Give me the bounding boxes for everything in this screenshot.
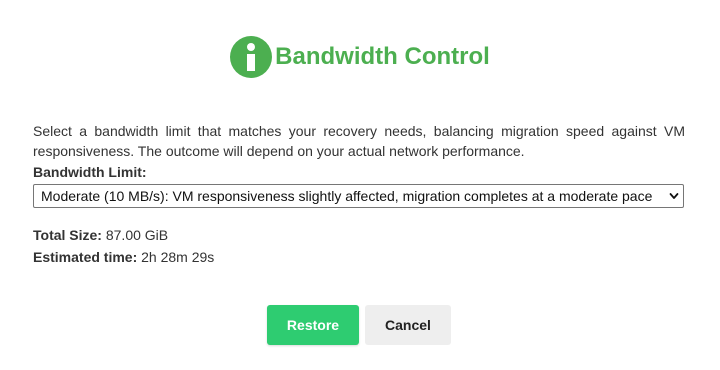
dialog-description: Select a bandwidth limit that matches yo…: [33, 123, 685, 159]
bandwidth-limit-label: Bandwidth Limit:: [33, 164, 147, 180]
restore-button[interactable]: Restore: [267, 305, 359, 345]
estimated-time-row: Estimated time: 2h 28m 29s: [33, 248, 214, 266]
dialog-title: Bandwidth Control: [275, 43, 490, 70]
total-size-label: Total Size:: [33, 227, 106, 243]
bandwidth-limit-select[interactable]: Moderate (10 MB/s): VM responsiveness sl…: [33, 184, 684, 208]
bandwidth-control-dialog: Bandwidth Control Select a bandwidth lim…: [0, 0, 720, 370]
estimated-time-value: 2h 28m 29s: [141, 249, 215, 265]
estimated-time-label: Estimated time:: [33, 249, 142, 265]
total-size-value: 87.00 GiB: [105, 227, 169, 243]
total-size-row: Total Size: 87.00 GiB: [33, 226, 168, 244]
dialog-header: Bandwidth Control: [0, 36, 720, 78]
bandwidth-limit-selected-value: Moderate (10 MB/s): VM responsiveness sl…: [41, 188, 653, 204]
cancel-button[interactable]: Cancel: [365, 305, 451, 345]
info-icon: [230, 36, 273, 78]
chevron-down-icon: [669, 193, 679, 199]
